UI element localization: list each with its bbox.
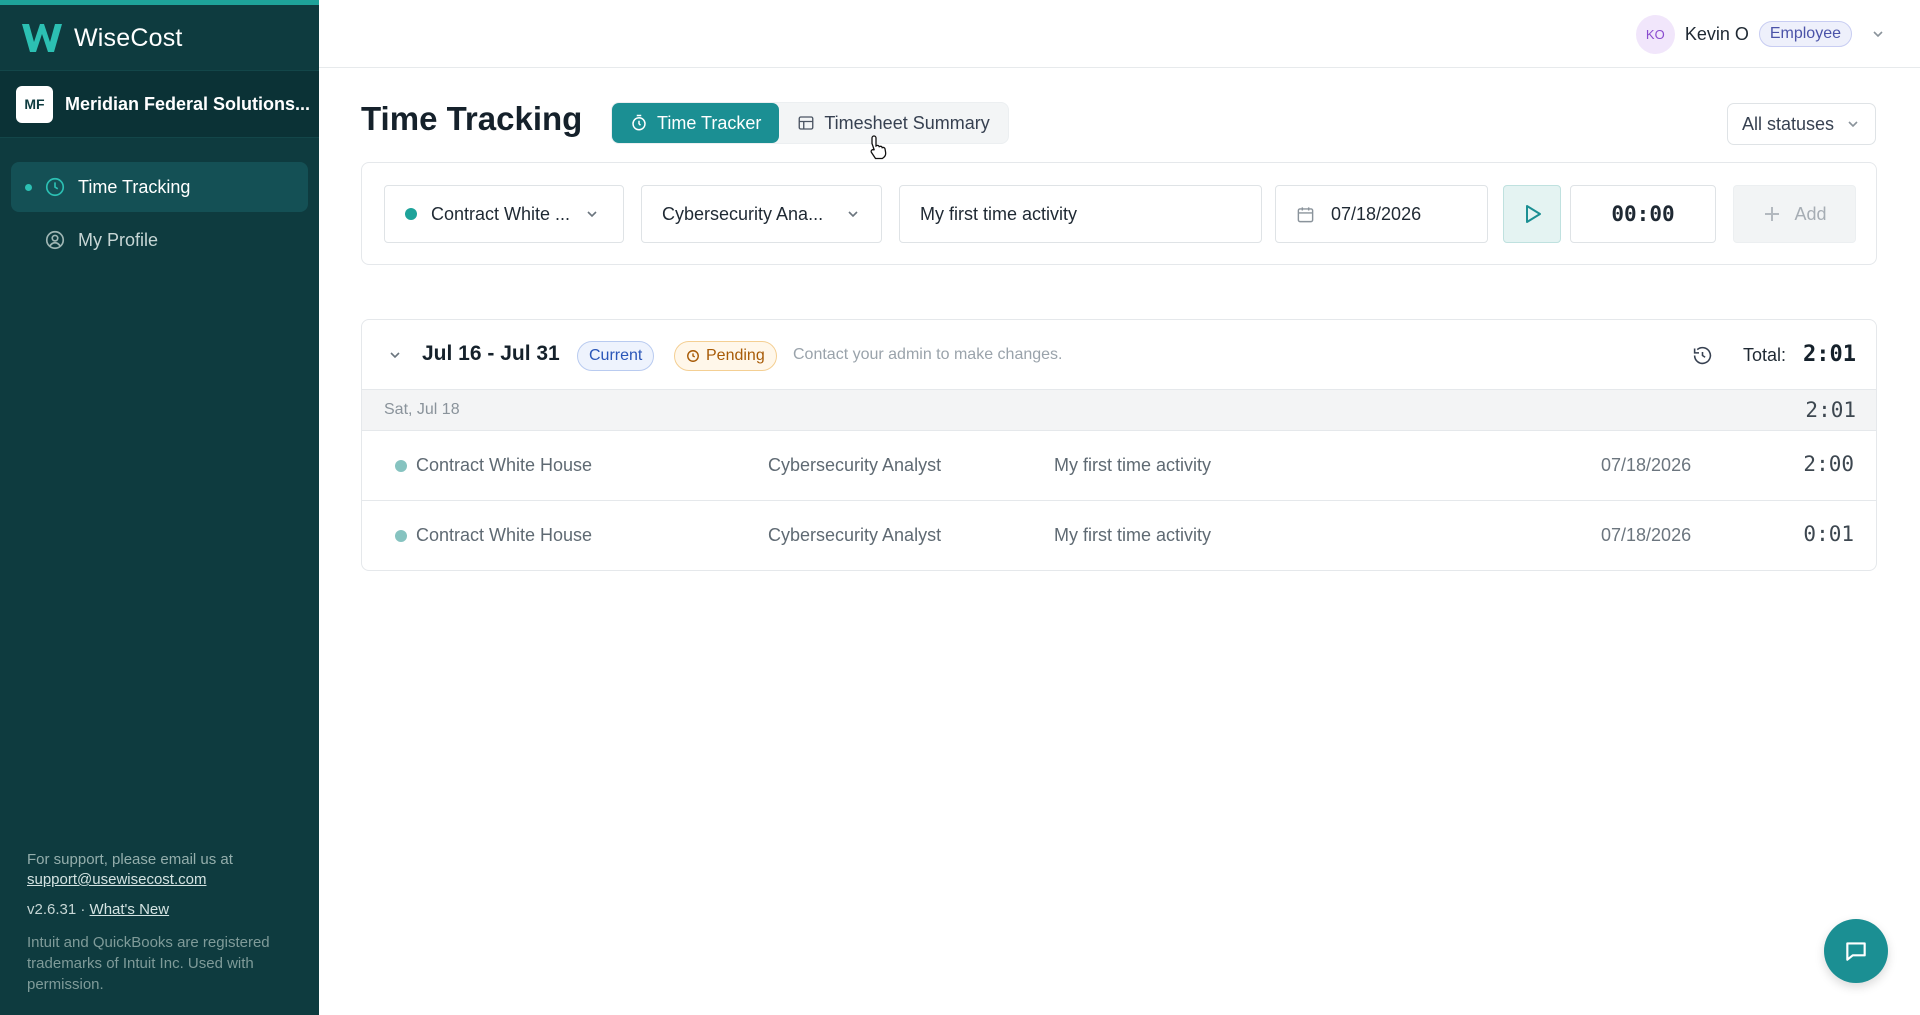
status-filter-value: All statuses	[1742, 113, 1835, 134]
sidebar-item-time-tracking[interactable]: Time Tracking	[11, 162, 308, 212]
clock-icon	[45, 177, 65, 197]
contract-color-dot	[405, 208, 417, 220]
view-tabs: Time Tracker Timesheet Summary	[611, 102, 1009, 144]
role-value: Cybersecurity Ana...	[662, 203, 824, 224]
contract-color-dot	[395, 529, 407, 542]
sidebar-item-label: Time Tracking	[78, 176, 191, 197]
user-name: Kevin O	[1684, 23, 1749, 44]
support-footer: For support, please email us at support@…	[27, 850, 297, 995]
sidebar-item-label: My Profile	[78, 229, 159, 250]
contract-value: Contract White ...	[431, 203, 571, 224]
org-name: Meridian Federal Solutions...	[65, 93, 311, 114]
entry-duration: 2:00	[1803, 452, 1854, 476]
contract-color-dot	[395, 459, 407, 472]
role-select[interactable]: Cybersecurity Ana...	[641, 185, 882, 243]
tab-timesheet-summary[interactable]: Timesheet Summary	[779, 103, 1007, 143]
entry-role: Cybersecurity Analyst	[768, 525, 942, 545]
status-badge: Pending	[674, 341, 777, 371]
date-picker[interactable]: 07/18/2026	[1275, 185, 1488, 243]
brand[interactable]: WiseCost	[20, 18, 183, 58]
user-menu[interactable]: KO Kevin O Employee	[1635, 14, 1886, 54]
sidebar-accent-line	[0, 0, 319, 5]
entry-date: 07/18/2026	[1601, 525, 1692, 545]
play-icon	[1526, 205, 1541, 223]
version: v2.6.31 ·	[27, 901, 86, 918]
trademark-notice: Intuit and QuickBooks are registered tra…	[27, 934, 270, 993]
active-indicator	[25, 183, 32, 191]
tab-label: Time Tracker	[657, 112, 762, 133]
hand-cursor-icon	[870, 135, 887, 160]
entry-description: My first time activity	[1054, 525, 1212, 545]
entry-contract: Contract White House	[395, 525, 592, 546]
table-row[interactable]: Contract White House Cybersecurity Analy…	[362, 431, 1876, 501]
entry-date: 07/18/2026	[1601, 455, 1692, 475]
description-input[interactable]: My first time activity	[899, 185, 1262, 243]
sidebar: WiseCost MF Meridian Federal Solutions..…	[0, 0, 319, 1015]
page-title: Time Tracking	[361, 100, 583, 137]
entry-contract: Contract White House	[395, 455, 592, 476]
stopwatch-icon	[632, 114, 646, 131]
chat-bubble-icon	[1846, 942, 1866, 961]
entry-contract-label: Contract White House	[416, 455, 593, 475]
org-avatar: MF	[16, 85, 53, 123]
day-group-header: Sat, Jul 18 2:01	[362, 390, 1876, 431]
current-badge: Current	[577, 341, 655, 371]
total-label: Total:	[1743, 345, 1787, 365]
role-badge: Employee	[1758, 21, 1852, 47]
status-filter-select[interactable]: All statuses	[1727, 103, 1876, 145]
table-row[interactable]: Contract White House Cybersecurity Analy…	[362, 501, 1876, 570]
contract-select[interactable]: Contract White ...	[384, 185, 624, 243]
support-text: For support, please email us at	[27, 851, 233, 868]
period-total: 2:01	[1803, 342, 1856, 367]
inactive-indicator	[25, 237, 32, 244]
add-entry-button[interactable]: Add	[1733, 185, 1856, 243]
calendar-icon	[1297, 206, 1314, 222]
timesheet-period: Jul 16 - Jul 31 Current Pending Contact …	[361, 319, 1877, 571]
avatar: KO	[1635, 14, 1675, 54]
chevron-down-icon	[1873, 31, 1883, 38]
add-label: Add	[1794, 203, 1827, 224]
chat-button[interactable]	[1824, 919, 1888, 983]
chevron-down-icon	[1848, 121, 1858, 128]
chevron-down-icon[interactable]	[387, 347, 403, 363]
wisecost-logo-icon	[22, 24, 62, 52]
status-label: Pending	[706, 347, 765, 364]
history-icon[interactable]	[1692, 345, 1713, 366]
entry-duration: 0:01	[1803, 522, 1854, 546]
plus-icon	[1765, 207, 1780, 221]
period-header[interactable]: Jul 16 - Jul 31 Current Pending Contact …	[362, 320, 1876, 390]
chevron-down-icon	[587, 211, 597, 218]
topbar: KO Kevin O Employee	[319, 0, 1920, 68]
period-range: Jul 16 - Jul 31	[422, 342, 560, 365]
whats-new-link[interactable]: What's New	[90, 901, 170, 918]
time-entry-form: Contract White ... Cybersecurity Ana... …	[361, 162, 1877, 265]
sidebar-item-my-profile[interactable]: My Profile	[11, 215, 308, 265]
date-value: 07/18/2026	[1331, 203, 1422, 224]
description-value: My first time activity	[920, 203, 1078, 224]
version-line: v2.6.31 · What's New	[27, 900, 297, 920]
org-switcher[interactable]: MF Meridian Federal Solutions...	[0, 70, 319, 138]
tab-label: Timesheet Summary	[824, 112, 990, 133]
entry-role: Cybersecurity Analyst	[768, 455, 942, 475]
entry-contract-label: Contract White House	[416, 525, 593, 545]
table-icon	[798, 116, 814, 130]
start-timer-button[interactable]	[1503, 185, 1561, 243]
brand-name: WiseCost	[74, 23, 183, 52]
entry-description: My first time activity	[1054, 455, 1212, 475]
day-label: Sat, Jul 18	[384, 401, 460, 418]
timer-display[interactable]: 00:00	[1570, 185, 1716, 243]
sidebar-nav: Time Tracking My Profile	[11, 162, 308, 268]
user-circle-icon	[45, 230, 65, 250]
day-total: 2:01	[1805, 398, 1856, 422]
admin-note: Contact your admin to make changes.	[793, 346, 1063, 363]
support-email-link[interactable]: support@usewisecost.com	[27, 871, 206, 888]
tab-time-tracker[interactable]: Time Tracker	[612, 103, 780, 143]
clock-icon	[687, 350, 699, 362]
chevron-down-icon	[848, 211, 858, 218]
